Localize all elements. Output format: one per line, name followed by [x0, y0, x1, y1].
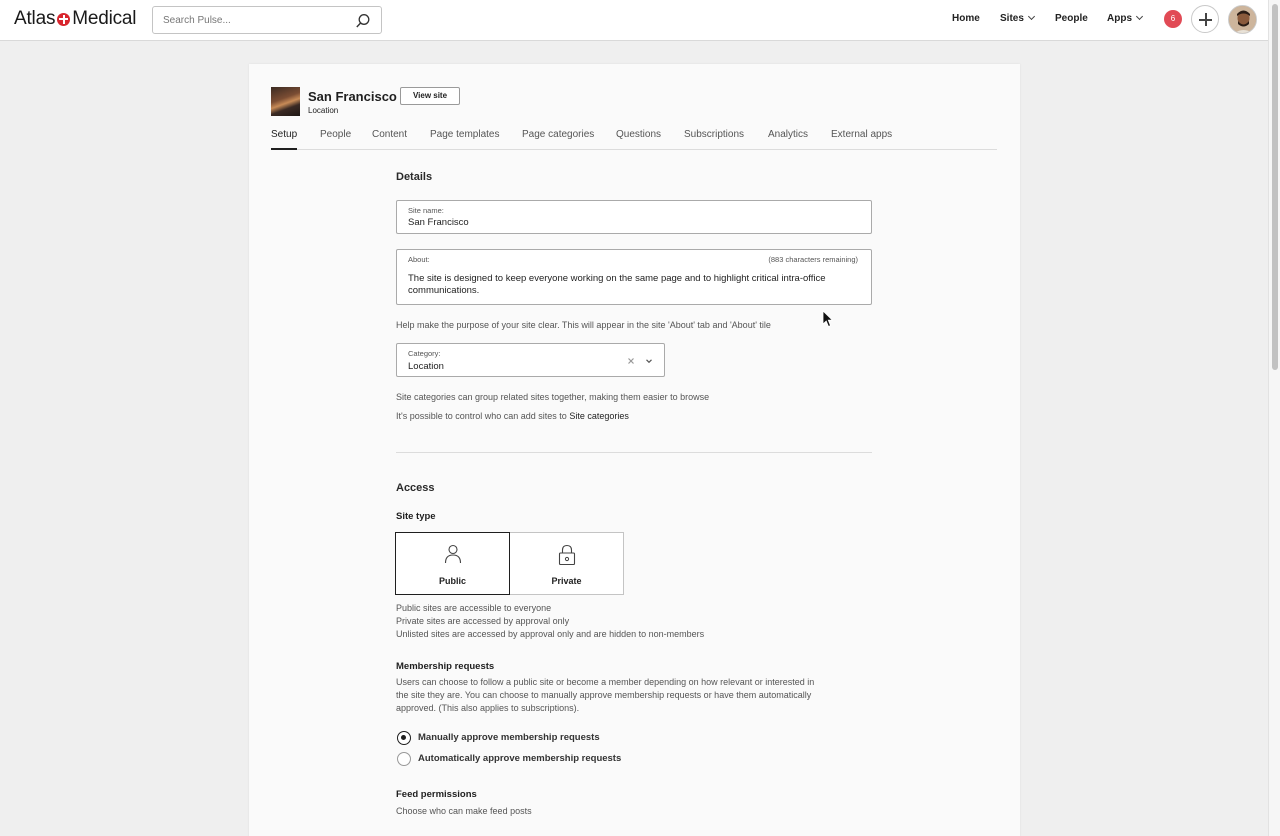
- nav-home[interactable]: Home: [952, 13, 980, 24]
- site-type-label: Site type: [396, 511, 436, 522]
- tab-page-categories[interactable]: Page categories: [522, 129, 594, 140]
- site-type-help-public: Public sites are accessible to everyone: [396, 603, 552, 613]
- tab-analytics[interactable]: Analytics: [768, 129, 808, 140]
- auto-approve-radio[interactable]: [397, 752, 411, 766]
- chevron-down-icon: [1135, 12, 1144, 21]
- feed-permissions-text: Choose who can make feed posts: [396, 806, 532, 816]
- category-help-text: Site categories can group related sites …: [396, 392, 710, 402]
- page-scrollbar[interactable]: [1268, 0, 1280, 836]
- lock-icon: [558, 544, 576, 566]
- membership-text-line-1: Users can choose to follow a public site…: [396, 677, 815, 687]
- membership-text-line-3: approved. (This also applies to subscrip…: [396, 703, 580, 713]
- nav-apps-label: Apps: [1107, 13, 1132, 24]
- tab-subscriptions[interactable]: Subscriptions: [684, 129, 744, 140]
- about-help-text: Help make the purpose of your site clear…: [396, 320, 771, 330]
- about-label: About:: [408, 255, 430, 264]
- clear-icon[interactable]: [627, 357, 635, 365]
- mouse-cursor-icon: [822, 310, 834, 328]
- about-characters-remaining: (883 characters remaining): [768, 255, 858, 264]
- category-control-text: It's possible to control who can add sit…: [396, 410, 629, 423]
- site-type-private-option[interactable]: Private: [509, 532, 624, 595]
- membership-requests-heading: Membership requests: [396, 661, 495, 672]
- person-icon: [444, 544, 462, 564]
- logo-text-left: Atlas: [14, 8, 56, 29]
- settings-tabs: Setup People Content Page templates Page…: [271, 129, 997, 150]
- chevron-down-icon: [1027, 12, 1035, 21]
- avatar-portrait-icon: [1229, 6, 1256, 33]
- site-name-value: San Francisco: [408, 217, 469, 228]
- about-text-line-2: communications.: [408, 285, 480, 296]
- tab-page-templates[interactable]: Page templates: [430, 129, 500, 140]
- access-heading: Access: [396, 482, 435, 494]
- manual-approve-radio[interactable]: [397, 731, 411, 745]
- category-label: Category:: [408, 349, 441, 358]
- nav-sites[interactable]: Sites: [1000, 12, 1035, 24]
- search-icon[interactable]: [355, 13, 371, 29]
- about-textarea[interactable]: About: (883 characters remaining) The si…: [396, 249, 872, 305]
- atlas-medical-logo[interactable]: Atlas Medical: [14, 8, 137, 30]
- search-input[interactable]: [153, 7, 343, 33]
- logo-text-right: Medical: [72, 8, 137, 29]
- about-text-line-1: The site is designed to keep everyone wo…: [408, 273, 826, 284]
- category-value: Location: [408, 361, 444, 372]
- category-select[interactable]: Category: Location: [396, 343, 665, 377]
- search-box: [152, 6, 382, 34]
- category-control-prefix: It's possible to control who can add sit…: [396, 411, 570, 421]
- site-name-label: Site name:: [408, 206, 444, 215]
- nav-people[interactable]: People: [1055, 13, 1088, 24]
- nav-sites-label: Sites: [1000, 13, 1024, 24]
- details-heading: Details: [396, 171, 433, 183]
- site-categories-link[interactable]: Site categories: [569, 411, 629, 421]
- site-name-field[interactable]: Site name: San Francisco: [396, 200, 872, 234]
- avatar[interactable]: [1228, 5, 1257, 34]
- site-type-public-option[interactable]: Public: [395, 532, 510, 595]
- tab-people[interactable]: People: [320, 129, 351, 140]
- manual-approve-label[interactable]: Manually approve membership requests: [418, 732, 600, 743]
- site-title: San Francisco: [308, 89, 397, 104]
- tab-setup[interactable]: Setup: [271, 129, 298, 150]
- site-type-private-label: Private: [551, 576, 582, 586]
- medical-cross-icon: [57, 12, 71, 26]
- section-divider: [396, 452, 872, 453]
- chevron-down-icon[interactable]: [645, 357, 653, 365]
- membership-text-line-2: the site they are. You can choose to man…: [396, 690, 812, 700]
- feed-permissions-heading: Feed permissions: [396, 789, 477, 800]
- site-type-help-private: Private sites are accessed by approval o…: [396, 616, 570, 626]
- top-bar: Atlas Medical Home Sites People Apps 6: [0, 0, 1268, 41]
- nav-apps[interactable]: Apps: [1107, 12, 1144, 24]
- auto-approve-label[interactable]: Automatically approve membership request…: [418, 753, 621, 764]
- site-settings-card: San Francisco Location View site Setup P…: [249, 64, 1020, 836]
- tab-questions[interactable]: Questions: [616, 129, 661, 140]
- tab-content[interactable]: Content: [372, 129, 407, 140]
- site-thumbnail: [271, 87, 300, 116]
- view-site-button[interactable]: View site: [400, 87, 460, 105]
- scrollbar-thumb[interactable]: [1272, 4, 1278, 370]
- site-type-public-label: Public: [438, 576, 466, 586]
- site-category-subtitle: Location: [308, 106, 339, 115]
- site-type-help-unlisted: Unlisted sites are accessed by approval …: [396, 629, 705, 639]
- tab-external-apps[interactable]: External apps: [831, 129, 892, 140]
- create-plus-button[interactable]: [1191, 5, 1219, 33]
- notification-badge[interactable]: 6: [1164, 10, 1182, 28]
